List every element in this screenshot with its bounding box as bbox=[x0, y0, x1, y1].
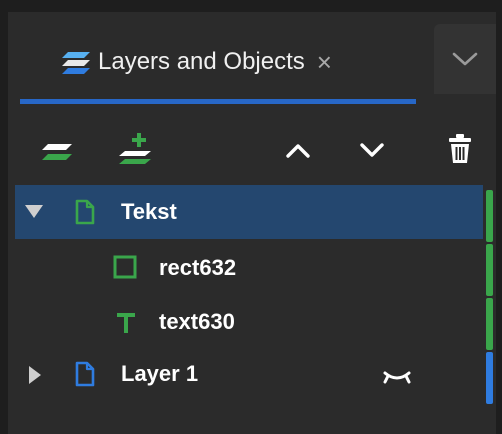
expand-triangle-icon[interactable] bbox=[29, 366, 41, 384]
add-layer-button[interactable] bbox=[36, 134, 76, 170]
layer-name: Layer 1 bbox=[121, 361, 199, 386]
chevron-down-icon bbox=[360, 143, 384, 157]
trash-icon bbox=[449, 134, 471, 163]
expand-triangle-icon[interactable] bbox=[25, 205, 43, 218]
layer-color-bar bbox=[486, 244, 493, 296]
layers-icon bbox=[42, 144, 72, 160]
tree-row-object[interactable]: rect632 bbox=[15, 241, 483, 295]
square-icon bbox=[113, 255, 137, 279]
layers-tree: Tekst rect632 text630 Layer 1 bbox=[15, 185, 483, 407]
raise-button[interactable] bbox=[278, 132, 318, 168]
layer-color-bar bbox=[486, 190, 493, 242]
layer-name: Tekst bbox=[121, 199, 177, 224]
chevron-up-icon bbox=[286, 144, 310, 158]
text-icon bbox=[117, 313, 135, 333]
close-icon[interactable]: × bbox=[317, 49, 332, 75]
window-left-border bbox=[0, 0, 8, 434]
layers-icon bbox=[62, 51, 90, 74]
page-icon bbox=[75, 199, 95, 225]
chevron-down-icon bbox=[452, 52, 478, 66]
tree-row-object[interactable]: text630 bbox=[15, 295, 483, 349]
layer-plus-icon bbox=[119, 133, 151, 164]
lower-button[interactable] bbox=[352, 132, 392, 168]
page-icon bbox=[75, 361, 95, 387]
tree-row-layer[interactable]: Layer 1 bbox=[15, 349, 483, 403]
window-top-border bbox=[0, 0, 502, 12]
window-right-border bbox=[496, 0, 502, 434]
delete-button[interactable] bbox=[440, 128, 480, 170]
tab-layers-and-objects[interactable]: Layers and Objects × bbox=[20, 24, 416, 104]
tab-label: Layers and Objects bbox=[98, 47, 305, 75]
add-sublayer-button[interactable] bbox=[110, 128, 160, 170]
tree-row-layer[interactable]: Tekst bbox=[15, 185, 483, 239]
object-name: text630 bbox=[159, 309, 235, 334]
layer-color-bar bbox=[486, 352, 493, 404]
eye-closed-icon[interactable] bbox=[383, 369, 411, 387]
tab-dropdown-button[interactable] bbox=[434, 24, 496, 94]
layer-color-bar bbox=[486, 298, 493, 350]
object-name: rect632 bbox=[159, 255, 237, 280]
